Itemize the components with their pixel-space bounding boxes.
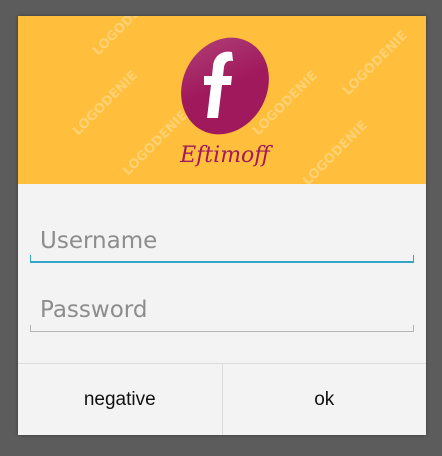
negative-button[interactable]: negative (18, 364, 222, 435)
login-form (18, 184, 426, 362)
username-underline (30, 255, 414, 263)
svg-text:LOGODENIE: LOGODENIE (70, 68, 141, 139)
svg-text:LOGODENIE: LOGODENIE (340, 28, 411, 99)
brand-header: LOGODENIE LOGODENIE LOGODENIE LOGODENIE … (18, 16, 426, 184)
brand-wordmark: Eftimoff (179, 143, 273, 168)
svg-text:LOGODENIE: LOGODENIE (300, 118, 371, 184)
svg-text:LOGODENIE: LOGODENIE (90, 16, 161, 59)
ok-button[interactable]: ok (221, 364, 426, 435)
eftimoff-logo: Eftimoff (179, 37, 273, 168)
login-dialog: LOGODENIE LOGODENIE LOGODENIE LOGODENIE … (18, 16, 426, 435)
password-underline (30, 325, 414, 332)
dialog-button-bar: negative ok (18, 363, 426, 435)
